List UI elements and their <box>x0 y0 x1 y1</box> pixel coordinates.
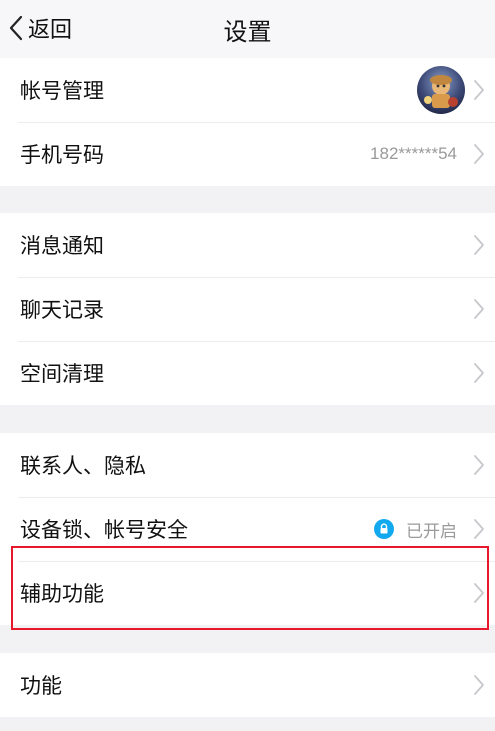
chevron-right-icon <box>473 362 485 384</box>
messages-group: 消息通知 聊天记录 空间清理 <box>0 213 495 405</box>
row-label: 空间清理 <box>20 362 104 386</box>
row-label: 辅助功能 <box>20 582 104 606</box>
page-title: 设置 <box>223 18 272 46</box>
row-label: 消息通知 <box>20 234 104 258</box>
account-group: 帐号管理 手机号码 182******54 <box>0 58 495 186</box>
notifications-row[interactable]: 消息通知 <box>0 213 495 277</box>
privacy-security-group: 联系人、隐私 设备锁、帐号安全 已开启 辅助功能 <box>0 433 495 625</box>
row-label: 设备锁、帐号安全 <box>20 518 188 542</box>
storage-cleanup-row[interactable]: 空间清理 <box>0 341 495 405</box>
chevron-right-icon <box>473 143 485 165</box>
chevron-right-icon <box>473 518 485 540</box>
row-label: 功能 <box>20 674 62 698</box>
accessibility-row[interactable]: 辅助功能 <box>0 561 495 625</box>
device-lock-security-row[interactable]: 设备锁、帐号安全 已开启 <box>0 497 495 561</box>
phone-number-row[interactable]: 手机号码 182******54 <box>0 122 495 186</box>
phone-number-value: 182******54 <box>370 144 457 163</box>
row-label: 手机号码 <box>20 143 104 167</box>
chevron-right-icon <box>473 674 485 696</box>
nav-bar: 返回 设置 <box>0 0 495 58</box>
row-label: 聊天记录 <box>20 298 104 322</box>
chevron-right-icon <box>473 298 485 320</box>
chevron-right-icon <box>473 234 485 256</box>
status-text: 已开启 <box>406 521 457 542</box>
account-management-row[interactable]: 帐号管理 <box>0 58 495 122</box>
row-label: 帐号管理 <box>20 79 104 103</box>
chevron-right-icon <box>473 454 485 476</box>
chevron-right-icon <box>473 79 485 101</box>
chevron-right-icon <box>473 582 485 604</box>
row-label: 联系人、隐私 <box>20 454 146 478</box>
avatar <box>417 66 465 114</box>
features-row[interactable]: 功能 <box>0 653 495 717</box>
contacts-privacy-row[interactable]: 联系人、隐私 <box>0 433 495 497</box>
features-group: 功能 <box>0 653 495 717</box>
chat-history-row[interactable]: 聊天记录 <box>0 277 495 341</box>
device-lock-status: 已开启 <box>374 517 457 542</box>
lock-icon <box>374 519 394 539</box>
